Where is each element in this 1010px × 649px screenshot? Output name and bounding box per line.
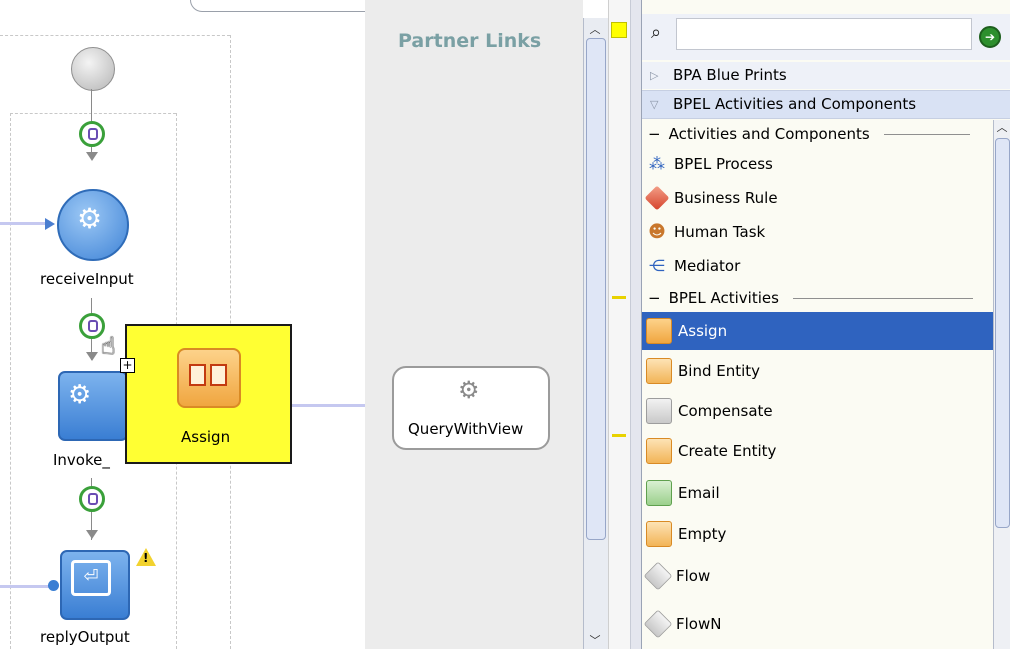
- arrow-down-icon: [86, 152, 98, 161]
- start-node[interactable]: [71, 47, 115, 91]
- palette-item-label: Compensate: [678, 402, 773, 420]
- gear-icon: ⚙: [68, 380, 92, 410]
- mediator-icon: ⋲: [649, 256, 665, 275]
- drag-preview-assign: Assign: [125, 324, 292, 464]
- scope-border-inner-top: [10, 113, 176, 114]
- group-header-label: BPA Blue Prints: [673, 66, 787, 84]
- go-search-button[interactable]: ➔: [979, 26, 1001, 48]
- reply-icon: ⏎: [71, 560, 111, 596]
- scrollbar-thumb[interactable]: [586, 38, 606, 540]
- palette-item-label: Bind Entity: [678, 362, 761, 380]
- human-task-icon: ☻: [648, 222, 666, 242]
- palette-item-label: Business Rule: [674, 189, 778, 207]
- palette-item-label: Flow: [676, 567, 711, 585]
- reply-node-label: replyOutput: [40, 628, 130, 646]
- palette-item-create-entity[interactable]: Create Entity: [642, 432, 993, 470]
- palette-item-business-rule[interactable]: Business Rule: [642, 181, 993, 215]
- palette-item-bind-entity[interactable]: Bind Entity: [642, 352, 993, 390]
- palette-item-label: Create Entity: [678, 442, 777, 460]
- palette-item-label: Human Task: [674, 223, 766, 241]
- partner-link-line: [0, 222, 45, 225]
- compensate-icon: [646, 398, 672, 424]
- reply-activity-node[interactable]: ⏎: [60, 550, 130, 620]
- section-activities-components[interactable]: − Activities and Components: [648, 125, 988, 143]
- link-endpoint-dot: [48, 580, 59, 591]
- bpel-process-icon: ⁂: [649, 154, 665, 173]
- palette-item-label: BPEL Process: [674, 155, 773, 173]
- bind-entity-icon: [646, 358, 672, 384]
- gear-icon: ⚙: [458, 376, 480, 404]
- drop-zone-icon[interactable]: [79, 486, 105, 512]
- scope-border-outer-top: [0, 35, 230, 36]
- receive-activity-node[interactable]: ⚙: [57, 189, 129, 261]
- section-bpel-activities[interactable]: − BPEL Activities: [648, 289, 988, 307]
- business-rule-icon: [644, 185, 670, 211]
- arrow-down-icon: [86, 530, 98, 539]
- palette-item-flow[interactable]: Flow: [642, 557, 993, 595]
- scrollbar-thumb[interactable]: [995, 138, 1010, 528]
- overview-marker[interactable]: [611, 22, 627, 38]
- add-icon: +: [120, 358, 135, 373]
- arrow-right-icon: [45, 218, 55, 230]
- palette-item-label: Assign: [678, 322, 728, 340]
- palette-item-email[interactable]: Email: [642, 474, 993, 512]
- palette-item-bpel-process[interactable]: ⁂ BPEL Process: [642, 147, 993, 181]
- assign-icon: [646, 318, 672, 344]
- palette-item-label: Email: [678, 484, 720, 502]
- empty-icon: [646, 521, 672, 547]
- scroll-up-button[interactable]: ︿: [994, 120, 1010, 136]
- gear-icon: ⚙: [77, 202, 103, 235]
- scroll-down-button[interactable]: ﹀: [587, 633, 603, 649]
- scope-border-inner-left: [10, 113, 11, 649]
- drag-preview-label: Assign: [181, 428, 231, 446]
- partner-links-title: Partner Links: [398, 30, 542, 52]
- palette-item-flown[interactable]: FlowN: [642, 605, 993, 643]
- section-collapse-icon: −: [648, 125, 661, 143]
- invoke-node-label: Invoke_: [53, 451, 110, 469]
- assign-icon: [177, 348, 241, 408]
- binoculars-icon: ⌕: [651, 22, 662, 43]
- palette-search-input[interactable]: [676, 18, 972, 50]
- overview-marker: [612, 434, 626, 437]
- flow-icon: [643, 561, 673, 591]
- mouse-cursor-icon: ☝: [101, 332, 116, 360]
- overview-strip[interactable]: [608, 0, 631, 649]
- section-title: Activities and Components: [668, 125, 870, 143]
- partner-link-node[interactable]: ⚙ QueryWithView: [392, 366, 550, 450]
- section-collapse-icon: −: [648, 289, 661, 307]
- section-title: BPEL Activities: [668, 289, 779, 307]
- partner-links-lane[interactable]: [365, 0, 583, 649]
- component-palette: ⌕ ➔ ▷ BPA Blue Prints ▽ BPEL Activities …: [641, 0, 1010, 649]
- arrow-down-icon: [86, 352, 98, 361]
- palette-item-empty[interactable]: Empty: [642, 515, 993, 553]
- warning-icon: !: [136, 548, 156, 566]
- palette-item-label: FlowN: [676, 615, 722, 633]
- overview-marker: [612, 296, 626, 299]
- scroll-up-button[interactable]: ︿: [587, 22, 603, 38]
- partner-link-line: [0, 585, 52, 588]
- email-icon: [646, 480, 672, 506]
- partner-link-label: QueryWithView: [408, 420, 524, 438]
- palette-item-compensate[interactable]: Compensate: [642, 392, 993, 430]
- group-header-label: BPEL Activities and Components: [673, 95, 917, 113]
- canvas-vertical-scrollbar[interactable]: [583, 18, 608, 649]
- group-header-bpel[interactable]: ▽ BPEL Activities and Components: [642, 90, 1010, 119]
- group-header-bpa[interactable]: ▷ BPA Blue Prints: [642, 62, 1010, 89]
- flown-icon: [643, 609, 673, 639]
- collapse-arrow-icon: ▽: [650, 98, 659, 111]
- palette-vertical-scrollbar[interactable]: [993, 120, 1010, 649]
- palette-item-label: Mediator: [674, 257, 741, 275]
- palette-item-label: Empty: [678, 525, 727, 543]
- create-entity-icon: [646, 438, 672, 464]
- expand-arrow-icon: ▷: [650, 69, 659, 82]
- palette-item-mediator[interactable]: ⋲ Mediator: [642, 249, 993, 283]
- drop-zone-icon[interactable]: [79, 121, 105, 147]
- receive-node-label: receiveInput: [40, 270, 134, 288]
- invoke-activity-node[interactable]: ⚙: [58, 371, 128, 441]
- palette-item-assign[interactable]: Assign: [642, 312, 993, 350]
- palette-item-human-task[interactable]: ☻ Human Task: [642, 215, 993, 249]
